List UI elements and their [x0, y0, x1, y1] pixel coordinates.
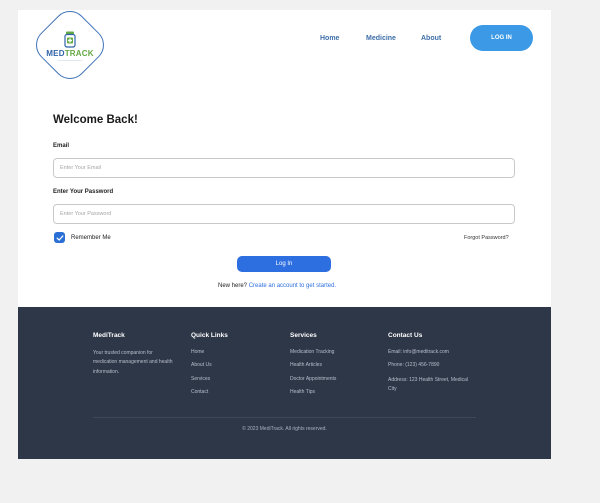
footer: MediTrack Your trusted companion for med… [18, 307, 551, 459]
footer-copyright: © 2023 MediTrack. All rights reserved. [242, 426, 327, 432]
footer-services: Services Medication Tracking Health Arti… [290, 332, 336, 402]
nav-about[interactable]: About [421, 35, 441, 42]
create-account-link[interactable]: Create an account to get started. [249, 283, 336, 289]
new-here-text: New here? [218, 283, 248, 289]
footer-quick-links: Quick Links Home About Us Services Conta… [191, 332, 228, 402]
logo[interactable]: MEDTRACK —————————— [41, 16, 99, 74]
nav-home[interactable]: Home [320, 35, 339, 42]
logo-tagline-line: —————————— [57, 58, 83, 62]
footer-contact-email: Email: info@meditrack.com [388, 349, 449, 355]
signup-prompt: New here? Create an account to get start… [218, 283, 336, 289]
footer-brand-description: Your trusted companion for medication ma… [93, 350, 173, 375]
app-window: MEDTRACK —————————— Home Medicine About … [18, 10, 551, 459]
checkmark-icon [56, 234, 63, 241]
footer-contact-title: Contact Us [388, 332, 423, 339]
footer-contact-address: Address: 123 Health Street, Medical City [388, 376, 469, 392]
footer-contact-phone: Phone: (123) 456-7890 [388, 362, 440, 369]
footer-contact: Contact Us Email: info@meditrack.com Pho… [388, 332, 470, 394]
page-title: Welcome Back! [53, 114, 138, 126]
header-login-button[interactable]: LOG IN [470, 25, 533, 51]
footer-service-health-tips[interactable]: Health Tips [290, 389, 336, 402]
email-label: Email [53, 143, 70, 149]
footer-link-contact[interactable]: Contact [191, 389, 228, 402]
logo-text: MEDTRACK [46, 48, 94, 58]
remember-me-label: Remember Me [71, 235, 111, 241]
forgot-password-link[interactable]: Forgot Password? [464, 235, 509, 241]
pill-bottle-icon [64, 31, 76, 48]
footer-service-doctor-appointments[interactable]: Doctor Appointments [290, 376, 336, 389]
login-submit-button[interactable]: Log In [237, 256, 331, 272]
footer-service-medication-tracking[interactable]: Medication Tracking [290, 349, 336, 362]
footer-brand: MediTrack Your trusted companion for med… [93, 332, 175, 377]
footer-service-health-articles[interactable]: Health Articles [290, 362, 336, 375]
footer-brand-title: MediTrack [93, 332, 125, 339]
remember-me-checkbox[interactable] [54, 232, 65, 243]
password-label: Enter Your Password [53, 189, 114, 195]
footer-services-title: Services [290, 332, 317, 339]
footer-link-home[interactable]: Home [191, 349, 228, 362]
nav-medicine[interactable]: Medicine [366, 35, 396, 42]
footer-link-about[interactable]: About Us [191, 362, 228, 375]
password-field[interactable] [53, 204, 515, 224]
footer-link-services[interactable]: Services [191, 376, 228, 389]
email-field[interactable] [53, 158, 515, 178]
footer-divider [93, 417, 476, 418]
footer-quick-links-title: Quick Links [191, 332, 228, 339]
